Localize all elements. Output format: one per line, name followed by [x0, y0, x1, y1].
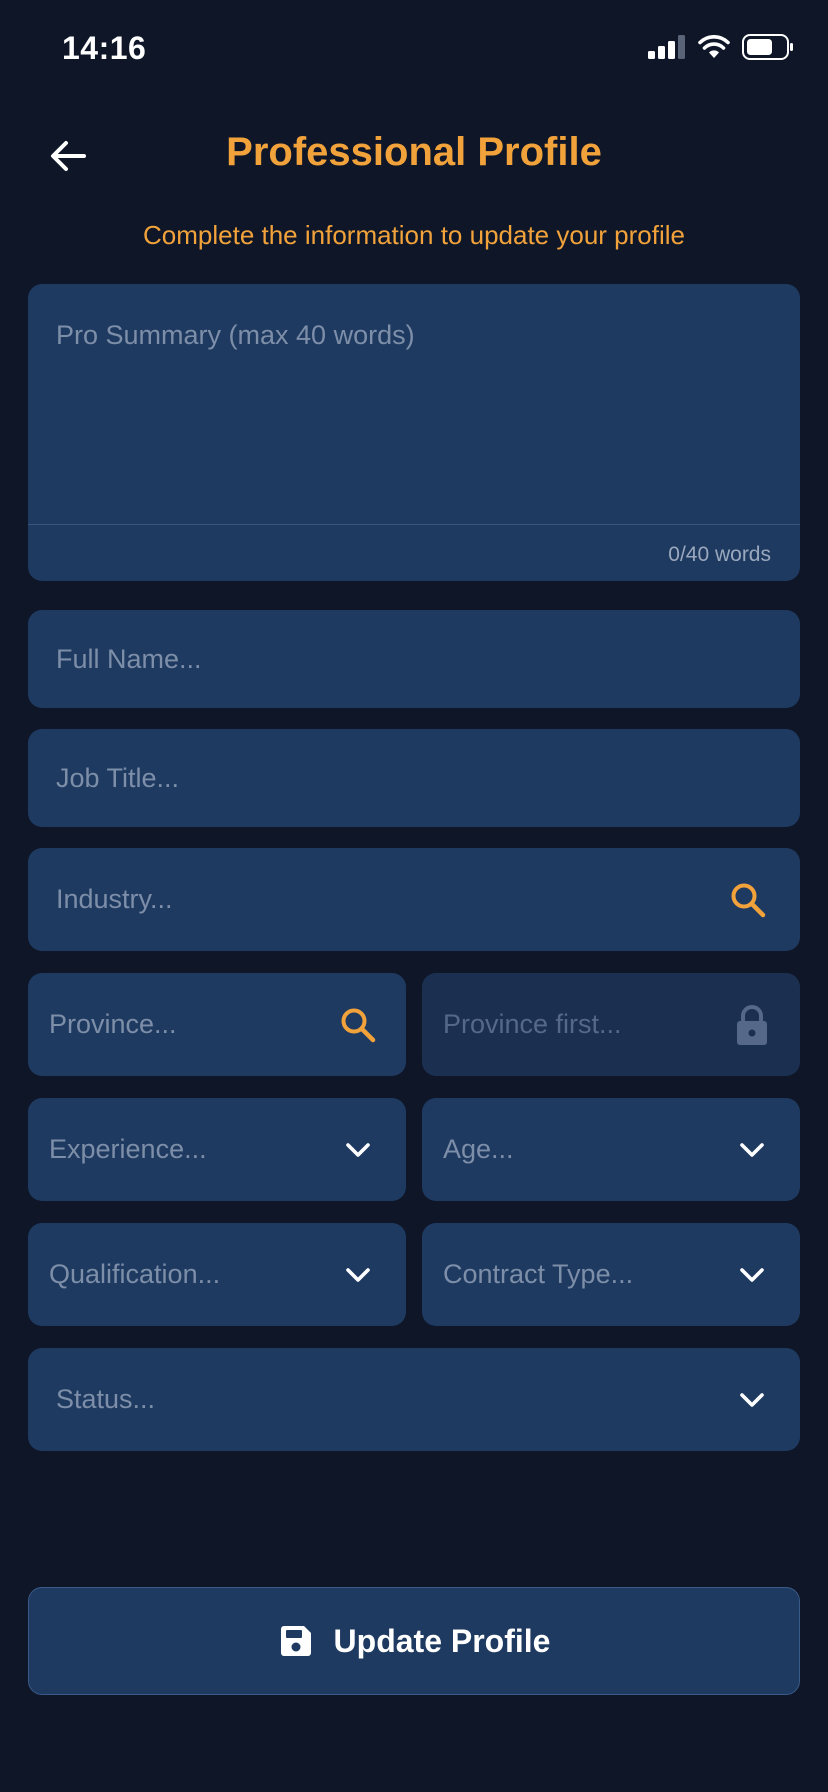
- full-name-placeholder: Full Name...: [56, 643, 202, 674]
- city-input-locked: Province first...: [422, 973, 800, 1076]
- signal-icon: [648, 35, 685, 59]
- chevron-down-icon: [730, 1128, 774, 1172]
- word-count: 0/40 words: [668, 543, 771, 566]
- save-icon: [280, 1626, 311, 1656]
- search-icon[interactable]: [726, 878, 770, 922]
- battery-icon: [742, 34, 793, 60]
- chevron-down-icon: [336, 1253, 380, 1297]
- industry-placeholder: Industry...: [56, 884, 173, 914]
- chevron-down-icon: [730, 1378, 774, 1422]
- search-icon[interactable]: [336, 1003, 380, 1047]
- summary-divider: [28, 524, 800, 525]
- experience-placeholder: Experience...: [49, 1134, 207, 1164]
- contract-type-dropdown[interactable]: Contract Type...: [422, 1223, 800, 1326]
- status-dropdown[interactable]: Status...: [28, 1348, 800, 1451]
- age-placeholder: Age...: [443, 1134, 514, 1164]
- page-title: Professional Profile: [226, 130, 602, 174]
- full-name-input[interactable]: Full Name...: [28, 610, 800, 708]
- city-placeholder: Province first...: [443, 1009, 622, 1039]
- province-search-input[interactable]: Province...: [28, 973, 406, 1076]
- experience-dropdown[interactable]: Experience...: [28, 1098, 406, 1201]
- professional-profile-screen: 14:16 Professional Profile Complete the …: [0, 0, 828, 1792]
- industry-search-input[interactable]: Industry...: [28, 848, 800, 951]
- update-profile-label: Update Profile: [333, 1622, 551, 1659]
- job-title-input[interactable]: Job Title...: [28, 729, 800, 827]
- status-time: 14:16: [62, 30, 147, 66]
- status-placeholder: Status...: [56, 1384, 156, 1414]
- wifi-icon: [698, 35, 730, 58]
- contract-type-placeholder: Contract Type...: [443, 1259, 634, 1289]
- update-profile-button[interactable]: Update Profile: [28, 1587, 800, 1695]
- chevron-down-icon: [730, 1253, 774, 1297]
- age-dropdown[interactable]: Age...: [422, 1098, 800, 1201]
- qualification-placeholder: Qualification...: [49, 1259, 221, 1289]
- job-title-placeholder: Job Title...: [56, 762, 180, 793]
- qualification-dropdown[interactable]: Qualification...: [28, 1223, 406, 1326]
- pro-summary-textarea[interactable]: Pro Summary (max 40 words) 0/40 words: [28, 284, 800, 581]
- page-subtitle: Complete the information to update your …: [143, 220, 685, 250]
- pro-summary-placeholder: Pro Summary (max 40 words): [56, 320, 415, 350]
- lock-icon: [730, 1003, 774, 1047]
- status-icons: [648, 34, 794, 60]
- province-placeholder: Province...: [49, 1009, 177, 1039]
- chevron-down-icon: [336, 1128, 380, 1172]
